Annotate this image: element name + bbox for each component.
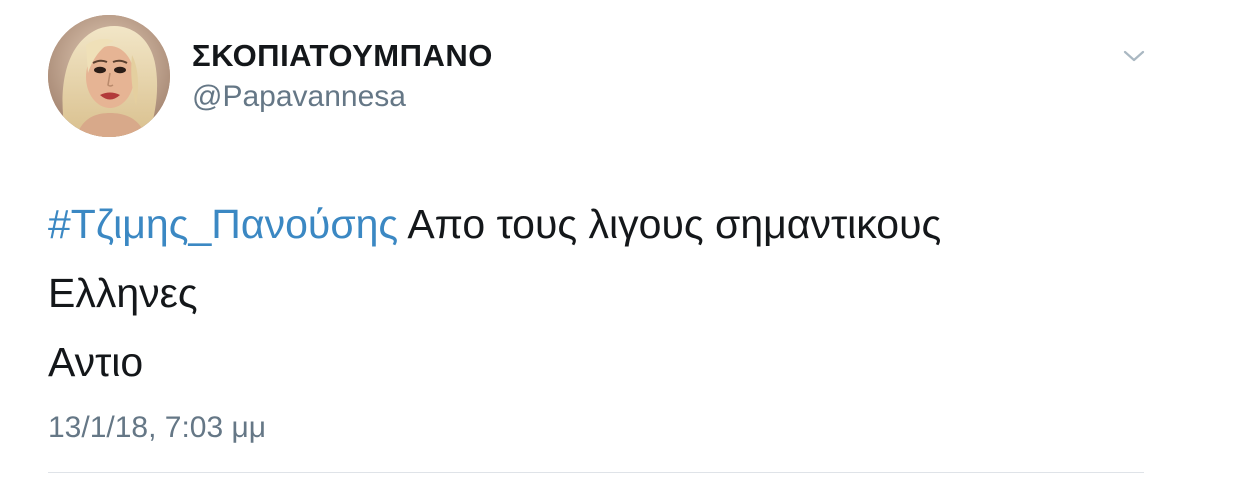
tweet-timestamp[interactable]: 13/1/18, 7:03 μμ bbox=[48, 411, 266, 445]
hashtag-link[interactable]: #Τζιμης_Πανούσης bbox=[48, 201, 398, 247]
chevron-down-icon[interactable] bbox=[1119, 44, 1149, 68]
tweet-text-segment: Απο τους λιγους σημαντικους bbox=[398, 201, 942, 247]
user-handle[interactable]: @Papavannesa bbox=[192, 80, 406, 114]
avatar-image bbox=[48, 15, 170, 137]
tweet-text-line-2: Ελληνες bbox=[48, 270, 198, 316]
tweet-text-line-3: Αντιο bbox=[48, 339, 144, 385]
tweet-card: ΣΚΟΠΙΑΤΟΥΜΠΑΝΟ @Papavannesa #Τζιμης_Πανο… bbox=[0, 0, 1237, 489]
display-name[interactable]: ΣΚΟΠΙΑΤΟΥΜΠΑΝΟ bbox=[192, 38, 493, 74]
tweet-text: #Τζιμης_Πανούσης Απο τους λιγους σημαντι… bbox=[48, 190, 1168, 397]
avatar[interactable] bbox=[48, 15, 170, 137]
tweet-text-line-1: #Τζιμης_Πανούσης Απο τους λιγους σημαντι… bbox=[48, 190, 1168, 259]
divider bbox=[48, 472, 1144, 473]
